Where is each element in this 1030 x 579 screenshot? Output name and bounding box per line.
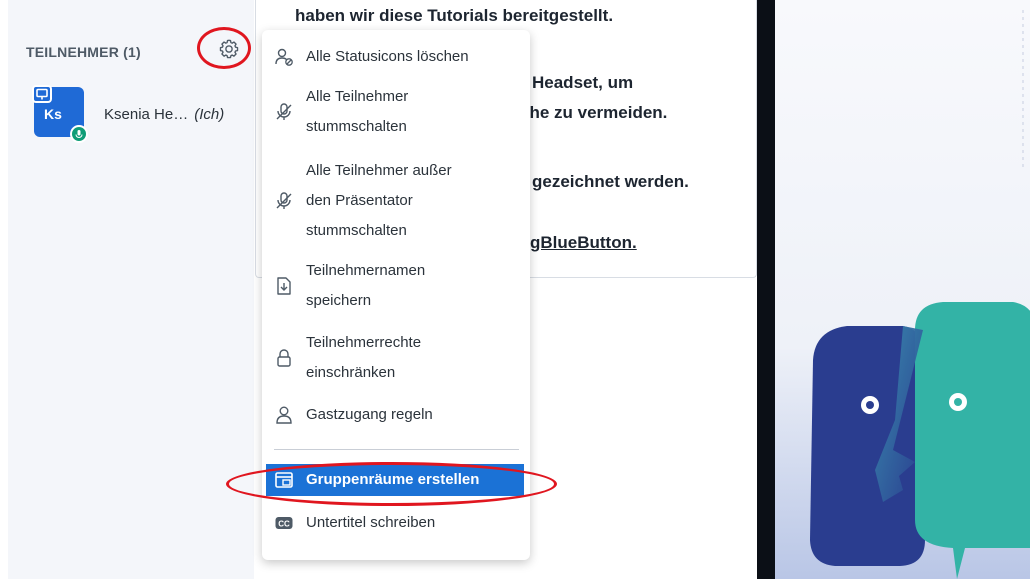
avatar-initials: Ks bbox=[44, 106, 62, 122]
download-file-icon bbox=[274, 276, 294, 296]
menu-item-label: Untertitel schreiben bbox=[306, 514, 436, 531]
presentation-line: che zu vermeiden. bbox=[520, 103, 668, 122]
lock-icon bbox=[274, 348, 294, 368]
menu-item-write-captions[interactable]: CC Untertitel schreiben bbox=[262, 508, 530, 538]
menu-item-label: Alle Statusicons löschen bbox=[306, 48, 469, 65]
menu-item-clear-status[interactable]: Alle Statusicons löschen bbox=[262, 42, 530, 72]
settings-highlight-ring bbox=[197, 27, 251, 69]
svg-text:CC: CC bbox=[278, 520, 290, 529]
presentation-line: gezeichnet werden. bbox=[532, 172, 689, 191]
presentation-line-suffix: . bbox=[631, 233, 637, 252]
menu-divider bbox=[274, 449, 519, 450]
menu-item-mute-all[interactable]: Alle Teilnehmer stummschalten bbox=[262, 82, 530, 142]
faces-illustration bbox=[775, 0, 1030, 579]
menu-item-guest-policy[interactable]: Gastzugang regeln bbox=[262, 400, 530, 430]
presentation-line: Headset, um bbox=[532, 73, 634, 92]
breakout-highlight-ring bbox=[226, 462, 557, 506]
menu-item-label: Alle Teilnehmer außer den Präsentator st… bbox=[306, 162, 452, 239]
participant-name-text: Ksenia He… bbox=[104, 106, 189, 123]
participants-title: TEILNEHMER (1) bbox=[26, 44, 141, 60]
user-clear-icon bbox=[274, 47, 294, 67]
menu-item-save-names[interactable]: Teilnehmernamen speichern bbox=[262, 256, 530, 316]
you-label: (Ich) bbox=[194, 106, 225, 123]
menu-item-label: Teilnehmernamen speichern bbox=[306, 262, 426, 309]
menu-item-lock-viewers[interactable]: Teilnehmerrechte einschränken bbox=[262, 328, 530, 388]
menu-item-label: Teilnehmerrechte einschränken bbox=[306, 334, 422, 381]
menu-item-label: Gastzugang regeln bbox=[306, 406, 433, 423]
user-icon bbox=[274, 405, 294, 425]
presentation-line: haben wir diese Tutorials bereitgestellt… bbox=[295, 6, 614, 25]
participant-name[interactable]: Ksenia He… (Ich) bbox=[104, 106, 224, 123]
mute-icon bbox=[274, 102, 294, 122]
cc-icon: CC bbox=[274, 513, 294, 533]
menu-item-label: Alle Teilnehmer stummschalten bbox=[306, 88, 409, 135]
presenter-icon bbox=[32, 85, 52, 103]
presentation-link-text: gBlueButton bbox=[530, 233, 632, 252]
avatar[interactable]: Ks bbox=[32, 85, 88, 143]
status-badge bbox=[70, 125, 88, 143]
panel-divider bbox=[757, 0, 775, 579]
mute-icon bbox=[274, 191, 294, 211]
menu-item-mute-all-except-presenter[interactable]: Alle Teilnehmer außer den Präsentator st… bbox=[262, 156, 530, 246]
presentation-slide bbox=[775, 0, 1030, 579]
presentation-link[interactable]: gBlueButton. bbox=[530, 233, 637, 253]
